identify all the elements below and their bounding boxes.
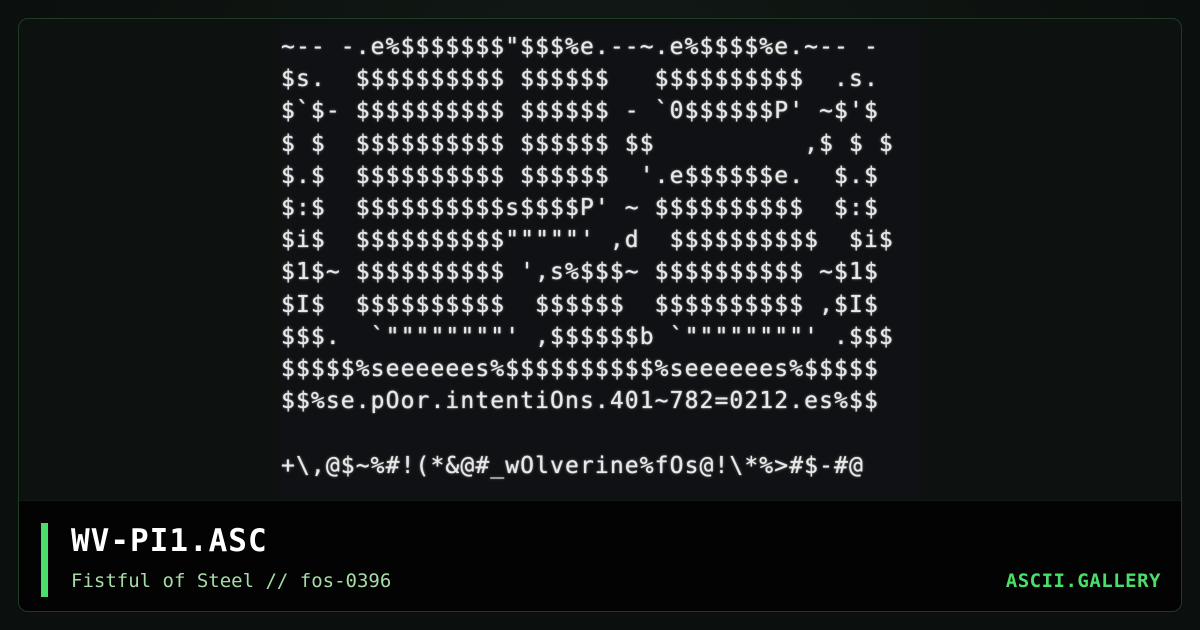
brand-link[interactable]: ASCII.GALLERY [1006, 568, 1161, 594]
ascii-art-line: +\,@$~%#!(*&@#_wOlverine%fOs@!\*%>#$-#@ [281, 452, 864, 479]
ascii-art-line: $1$~ $$$$$$$$$$ ',s%$$$~ $$$$$$$$$$ ~$1$ [281, 259, 879, 286]
file-title: WV-PI1.ASC [71, 523, 268, 559]
ascii-art-line: $ $ $$$$$$$$$$ $$$$$$ $$ ,$ $ $ [281, 130, 894, 157]
ascii-art-line: ~-- -.e%$$$$$$$"$$$%e.--~.e%$$$$%e.~-- - [281, 34, 879, 60]
ascii-art-line: $.$ $$$$$$$$$$ $$$$$$ '.e$$$$$$e. $.$ [281, 162, 879, 189]
ascii-art-line: $i$ $$$$$$$$$$"""""' ,d $$$$$$$$$$ $i$ [281, 227, 894, 254]
ascii-art-line: $I$ $$$$$$$$$$ $$$$$$ $$$$$$$$$$ ,$I$ [281, 291, 879, 318]
ascii-art-line: $$%se.pOor.intentiOns.401~782=0212.es%$$ [281, 388, 879, 415]
accent-bar [41, 523, 48, 597]
ascii-art-panel: ~-- -.e%$$$$$$$"$$$%e.--~.e%$$$$%e.~-- -… [281, 25, 921, 501]
footer: WV-PI1.ASC Fistful of Steel // fos-0396 … [19, 500, 1181, 611]
card-frame: ~-- -.e%$$$$$$$"$$$%e.--~.e%$$$$%e.~-- -… [18, 18, 1182, 612]
ascii-art-line: $s. $$$$$$$$$$ $$$$$$ $$$$$$$$$$ .s. [281, 66, 879, 93]
page: ~-- -.e%$$$$$$$"$$$%e.--~.e%$$$$%e.~-- -… [0, 0, 1200, 630]
ascii-art-line: $`$- $$$$$$$$$$ $$$$$$ - `0$$$$$$P' ~$'$ [281, 98, 879, 125]
ascii-art-line: $$$$$%seeeeees%$$$$$$$$$$%seeeeees%$$$$$ [281, 356, 879, 383]
file-subtitle: Fistful of Steel // fos-0396 [71, 570, 392, 592]
ascii-art: ~-- -.e%$$$$$$$"$$$%e.--~.e%$$$$%e.~-- -… [281, 25, 921, 482]
ascii-art-line: $:$ $$$$$$$$$$s$$$$P' ~ $$$$$$$$$$ $:$ [281, 195, 879, 222]
ascii-art-line: $$$. `""""""""' ,$$$$$$b `""""""""' .$$$ [281, 323, 894, 350]
